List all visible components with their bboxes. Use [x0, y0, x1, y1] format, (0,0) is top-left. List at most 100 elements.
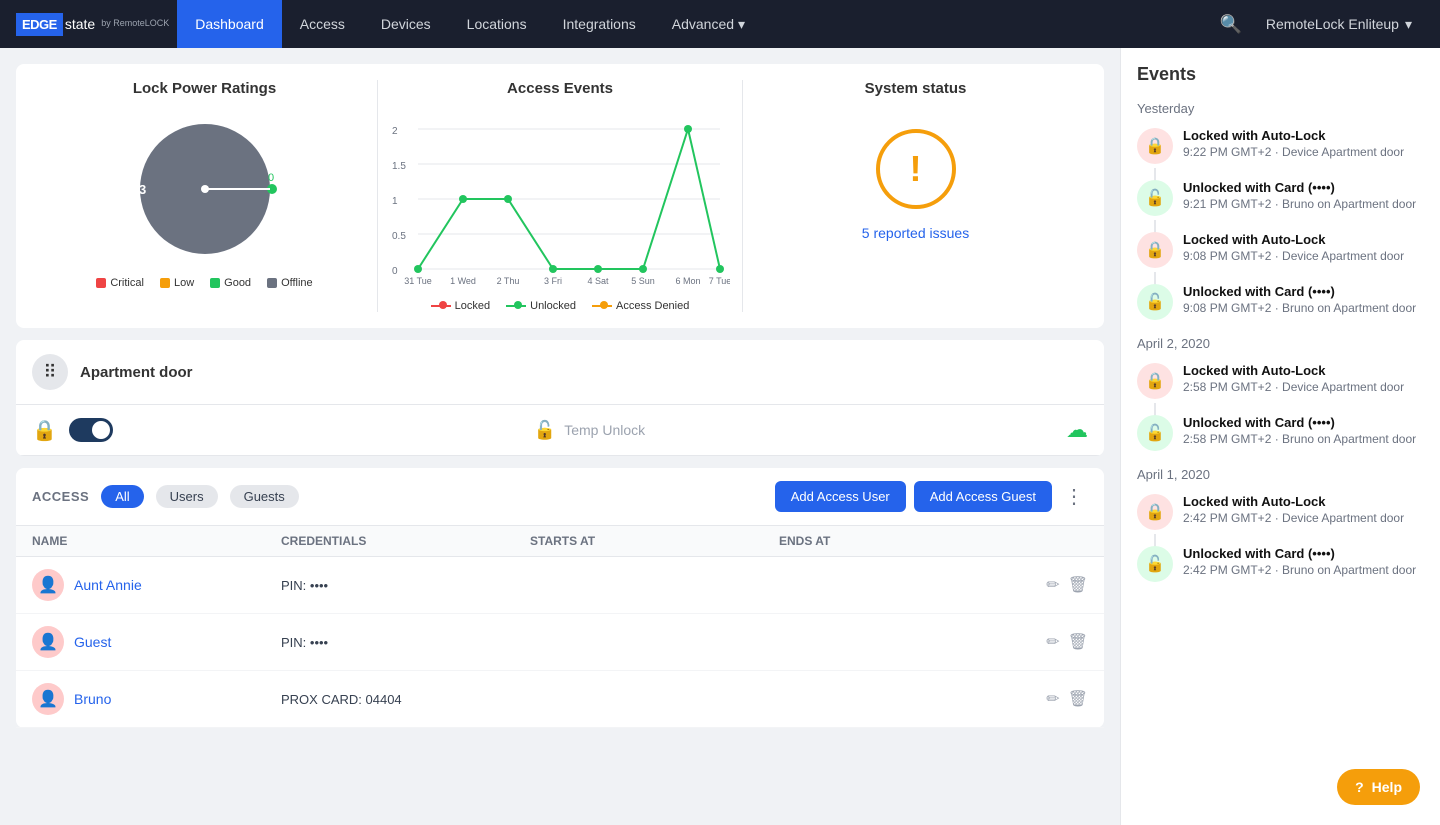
search-icon[interactable]: 🔍: [1207, 14, 1253, 35]
svg-text:31 Tue: 31 Tue: [404, 276, 432, 286]
edit-button[interactable]: ✏: [1046, 632, 1059, 652]
event-unlocked-icon: 🔓: [1137, 546, 1173, 582]
temp-unlock-icon: 🔓: [534, 420, 556, 441]
chevron-down-icon: ▾: [738, 16, 745, 33]
access-section: ACCESS All Users Guests Add Access User …: [16, 468, 1104, 728]
account-menu[interactable]: RemoteLock Enliteup ▾: [1254, 16, 1424, 33]
more-options-button[interactable]: ⋮: [1060, 480, 1088, 513]
event-item: 🔓 Unlocked with Card (••••)9:21 PM GMT+2…: [1137, 180, 1424, 216]
delete-button[interactable]: 🗑: [1068, 689, 1088, 709]
nav-advanced[interactable]: Advanced ▾: [654, 0, 763, 48]
access-events-title: Access Events: [507, 80, 613, 97]
table-header: Name Credentials Starts at Ends at: [16, 525, 1104, 557]
event-locked-icon: 🔒: [1137, 232, 1173, 268]
svg-text:5 Sun: 5 Sun: [631, 276, 655, 286]
events-panel: Events Yesterday 🔒 Locked with Auto-Lock…: [1120, 48, 1440, 825]
table-row: 👤 Aunt Annie PIN: •••• ✏ 🗑: [16, 557, 1104, 614]
user-cell: 👤 Aunt Annie: [32, 569, 281, 601]
svg-text:4 Sat: 4 Sat: [587, 276, 609, 286]
tab-users[interactable]: Users: [156, 485, 218, 508]
delete-button[interactable]: 🗑: [1068, 575, 1088, 595]
content-area: Lock Power Ratings 3 0: [0, 48, 1120, 825]
events-date-april1: April 1, 2020: [1137, 467, 1424, 482]
logo-edge: EDGE: [16, 13, 63, 36]
svg-text:0.5: 0.5: [392, 231, 406, 242]
help-button[interactable]: ? Help: [1337, 769, 1420, 805]
svg-text:2: 2: [392, 126, 398, 137]
credentials: PROX CARD: 04404: [281, 692, 530, 707]
credentials: PIN: ••••: [281, 578, 530, 593]
svg-text:1: 1: [392, 196, 398, 207]
svg-text:3 Fri: 3 Fri: [544, 276, 562, 286]
event-item: 🔒 Locked with Auto-Lock2:42 PM GMT+2 · D…: [1137, 494, 1424, 530]
account-chevron-icon: ▾: [1405, 16, 1412, 33]
row-actions: ✏ 🗑: [1028, 575, 1088, 595]
reported-issues-link[interactable]: 5 reported issues: [862, 225, 969, 241]
edit-button[interactable]: ✏: [1046, 689, 1059, 709]
nav-integrations[interactable]: Integrations: [545, 0, 654, 48]
event-unlocked-icon: 🔓: [1137, 180, 1173, 216]
device-controls: 🔒 🔓 Temp Unlock ☁: [16, 405, 1104, 456]
delete-button[interactable]: 🗑: [1068, 632, 1088, 652]
event-item: 🔓 Unlocked with Card (••••)9:08 PM GMT+2…: [1137, 284, 1424, 320]
event-unlocked-icon: 🔓: [1137, 284, 1173, 320]
logo-state: state: [65, 16, 95, 32]
user-cell: 👤 Bruno: [32, 683, 281, 715]
logo-sub: by RemoteLOCK: [101, 18, 169, 28]
logo: EDGE state by RemoteLOCK: [16, 13, 169, 36]
event-locked-icon: 🔒: [1137, 128, 1173, 164]
col-name: Name: [32, 534, 281, 548]
nav-access[interactable]: Access: [282, 0, 363, 48]
access-actions: Add Access User Add Access Guest ⋮: [775, 480, 1088, 513]
help-icon: ?: [1355, 779, 1364, 795]
warning-icon: !: [910, 148, 922, 190]
col-actions: [1028, 534, 1088, 548]
device-name: Apartment door: [80, 364, 193, 381]
svg-text:6 Mon: 6 Mon: [675, 276, 700, 286]
table-row: 👤 Bruno PROX CARD: 04404 ✏ 🗑: [16, 671, 1104, 728]
user-name-link[interactable]: Aunt Annie: [74, 577, 142, 593]
event-unlocked-icon: 🔓: [1137, 415, 1173, 451]
svg-text:7 Tue: 7 Tue: [709, 276, 730, 286]
event-item: 🔓 Unlocked with Card (••••)2:58 PM GMT+2…: [1137, 415, 1424, 451]
line-chart: 0 0.5 1 1.5 2 31 Tue 1 Wed: [390, 109, 730, 292]
access-label: ACCESS: [32, 489, 89, 504]
row-actions: ✏ 🗑: [1028, 632, 1088, 652]
col-ends-at: Ends at: [779, 534, 1028, 548]
event-item: 🔒 Locked with Auto-Lock9:08 PM GMT+2 · D…: [1137, 232, 1424, 268]
svg-text:3: 3: [139, 182, 146, 197]
gauge-legend: Critical Low Good Offline: [96, 277, 312, 289]
col-starts-at: Starts at: [530, 534, 779, 548]
nav-locations[interactable]: Locations: [449, 0, 545, 48]
main-layout: Lock Power Ratings 3 0: [0, 48, 1440, 825]
temp-unlock-area: 🔓 Temp Unlock: [113, 420, 1066, 441]
edit-button[interactable]: ✏: [1046, 575, 1059, 595]
navbar: EDGE state by RemoteLOCK Dashboard Acces…: [0, 0, 1440, 48]
lock-power-title: Lock Power Ratings: [133, 80, 276, 97]
user-name-link[interactable]: Guest: [74, 634, 111, 650]
table-row: 👤 Guest PIN: •••• ✏ 🗑: [16, 614, 1104, 671]
cloud-icon: ☁: [1066, 417, 1088, 443]
nav-dashboard[interactable]: Dashboard: [177, 0, 282, 48]
add-access-user-button[interactable]: Add Access User: [775, 481, 906, 512]
tab-guests[interactable]: Guests: [230, 485, 299, 508]
add-access-guest-button[interactable]: Add Access Guest: [914, 481, 1052, 512]
lock-toggle[interactable]: [69, 418, 113, 442]
avatar: 👤: [32, 626, 64, 658]
credentials: PIN: ••••: [281, 635, 530, 650]
nav-devices[interactable]: Devices: [363, 0, 449, 48]
temp-unlock-label: Temp Unlock: [564, 422, 645, 438]
user-name-link[interactable]: Bruno: [74, 691, 111, 707]
account-label: RemoteLock Enliteup: [1266, 16, 1399, 32]
gauge: 3 0: [125, 109, 285, 269]
access-events-widget: Access Events 0 0.5 1 1.5 2: [378, 80, 743, 312]
event-locked-icon: 🔒: [1137, 494, 1173, 530]
chart-legend: Locked Unlocked Access Denied: [431, 300, 690, 312]
svg-text:0: 0: [392, 266, 398, 277]
system-status-title: System status: [865, 80, 967, 97]
event-locked-icon: 🔒: [1137, 363, 1173, 399]
event-item: 🔓 Unlocked with Card (••••)2:42 PM GMT+2…: [1137, 546, 1424, 582]
avatar: 👤: [32, 683, 64, 715]
tab-all[interactable]: All: [101, 485, 143, 508]
row-actions: ✏ 🗑: [1028, 689, 1088, 709]
